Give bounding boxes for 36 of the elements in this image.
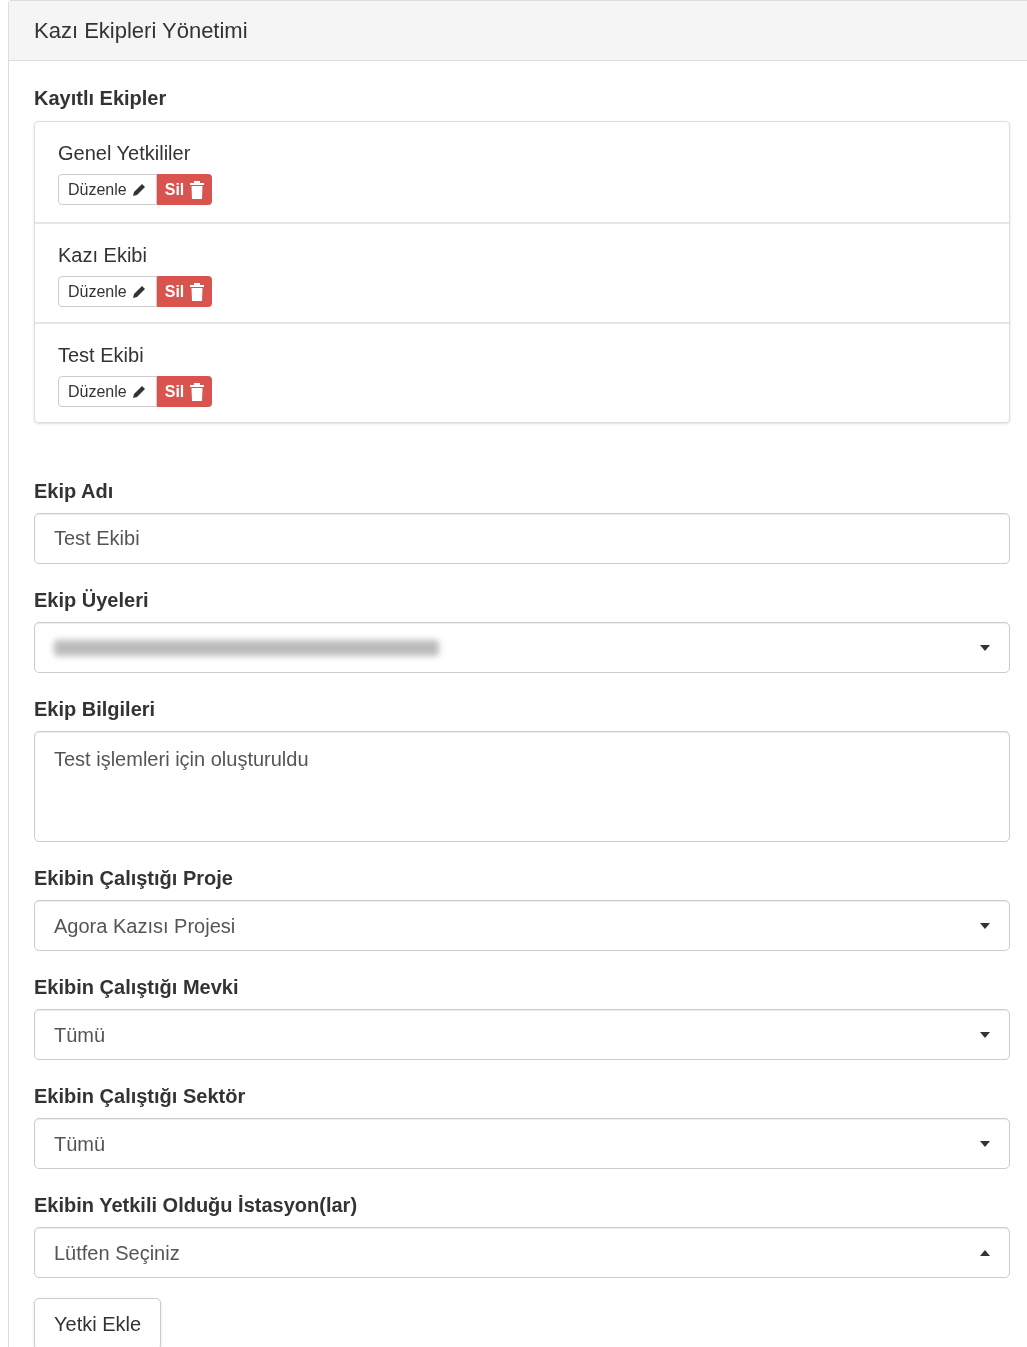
team-name: Kazı Ekibi	[58, 243, 148, 268]
field-label: Ekibin Yetkili Olduğu İstasyon(lar)	[34, 1193, 359, 1218]
select-field[interactable]: Tümü	[34, 1118, 1010, 1169]
select-field[interactable]: Tümü	[34, 1009, 1010, 1060]
field-label: Ekip Bilgileri	[34, 697, 157, 722]
add-permission-button[interactable]: Yetki Ekle	[34, 1298, 162, 1347]
team-name: Genel Yetkililer	[58, 141, 192, 166]
select-field[interactable]: Agora Kazısı Projesi	[34, 900, 1010, 951]
field-label: Ekibin Çalıştığı Mevki	[34, 975, 240, 1000]
edit-button[interactable]: Düzenle	[58, 174, 157, 205]
input-field[interactable]: Test Ekibi	[34, 513, 1010, 564]
select-value: Lütfen Seçiniz	[54, 1240, 180, 1266]
select-field[interactable]: Lütfen Seçiniz	[34, 1227, 1010, 1278]
pencil-icon	[130, 283, 147, 300]
select-value: Tümü	[54, 1131, 106, 1157]
edit-button[interactable]: Düzenle	[58, 376, 157, 407]
trash-icon	[190, 282, 205, 301]
delete-button[interactable]: Sil	[156, 174, 213, 205]
trash-icon	[190, 382, 205, 401]
team-name: Test Ekibi	[58, 343, 145, 368]
field-label: Ekibin Çalıştığı Sektör	[34, 1084, 247, 1109]
pencil-icon	[130, 181, 147, 198]
select-value: Agora Kazısı Projesi	[54, 913, 236, 939]
field-label: Ekip Adı	[34, 479, 115, 504]
delete-button[interactable]: Sil	[156, 276, 213, 307]
section-label: Kayıtlı Ekipler	[34, 86, 168, 111]
text-area[interactable]: Test işlemleri için oluşturuldu	[34, 731, 1010, 842]
trash-icon	[190, 180, 205, 199]
field-label: Ekibin Çalıştığı Proje	[34, 866, 234, 891]
select-value: Tümü	[54, 1022, 106, 1048]
panel-title: Kazı Ekipleri Yönetimi	[34, 17, 248, 45]
select-field[interactable]	[34, 622, 1010, 673]
delete-button[interactable]: Sil	[156, 376, 213, 407]
pencil-icon	[130, 383, 147, 400]
field-label: Ekip Üyeleri	[34, 588, 150, 613]
edit-button[interactable]: Düzenle	[58, 276, 157, 307]
